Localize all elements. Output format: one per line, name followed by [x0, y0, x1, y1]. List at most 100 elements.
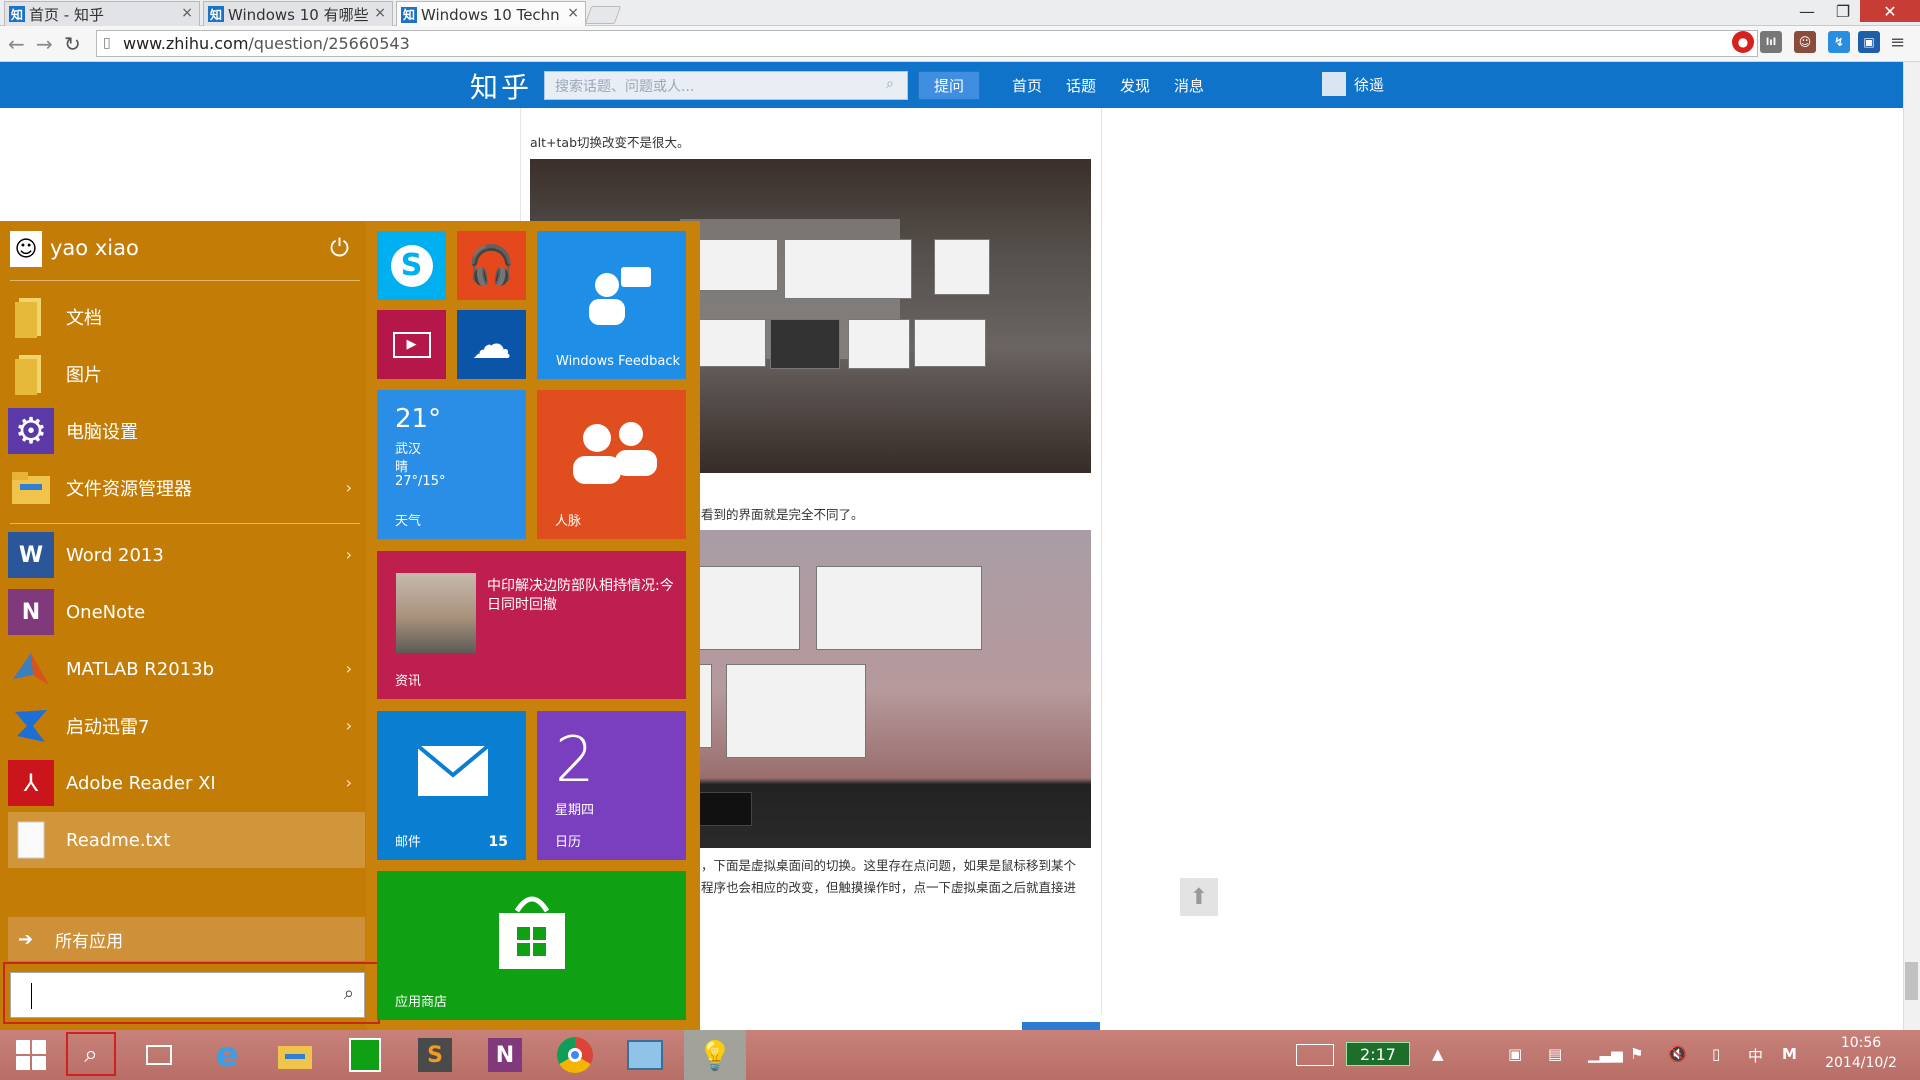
blue-extension-icon[interactable]: ↯ — [1828, 31, 1850, 53]
taskbar-idea-app[interactable]: 💡 — [684, 1030, 746, 1080]
battery-icon[interactable]: ▯ — [1712, 1045, 1720, 1063]
window-extension-icon[interactable]: ▣ — [1858, 31, 1880, 53]
maximize-button[interactable]: ❐ — [1826, 0, 1860, 22]
all-apps-label: 所有应用 — [55, 931, 124, 952]
nav-topics[interactable]: 话题 — [1066, 75, 1096, 96]
start-button[interactable] — [0, 1030, 62, 1080]
blue-button-edge[interactable] — [1022, 1022, 1100, 1030]
start-item-label: Readme.txt — [66, 829, 171, 851]
start-search-input[interactable]: ⌕ — [10, 972, 365, 1018]
taskbar-chrome[interactable] — [544, 1030, 606, 1080]
address-bar-input[interactable]: ▯ www.zhihu.com /question/25660543 ☆ — [96, 30, 1758, 57]
tile-windows-feedback[interactable]: Windows Feedback — [537, 231, 686, 379]
tile-skype[interactable]: S — [377, 231, 446, 300]
tile-weather[interactable]: 21° 武汉 晴 27°/15° 天气 — [377, 390, 526, 539]
start-item-file-explorer[interactable]: 文件资源管理器 › — [8, 460, 366, 516]
start-item-onenote[interactable]: N OneNote — [8, 584, 366, 640]
tray-monitor-icon[interactable]: ▤ — [1548, 1045, 1562, 1063]
chevron-right-icon[interactable]: › — [346, 545, 352, 564]
tile-label: 邮件 — [395, 835, 422, 850]
user-name[interactable]: yao xiao — [50, 236, 139, 260]
back-to-top-button[interactable]: ⬆ — [1180, 878, 1218, 916]
new-tab-button[interactable] — [584, 6, 622, 24]
tile-video[interactable]: ▶ — [377, 310, 446, 379]
start-item-pictures[interactable]: 图片 — [8, 346, 366, 402]
chevron-right-icon[interactable]: › — [346, 659, 352, 678]
nav-discover[interactable]: 发现 — [1120, 75, 1150, 96]
start-item-label: 启动迅雷7 — [66, 717, 150, 738]
taskbar-clock[interactable]: 10:56 2014/10/2 — [1806, 1033, 1916, 1073]
start-item-matlab[interactable]: MATLAB R2013b › — [8, 641, 366, 697]
start-item-word[interactable]: W Word 2013 › — [8, 527, 366, 583]
tile-onedrive[interactable]: ☁ — [457, 310, 526, 379]
scrollbar-thumb[interactable] — [1905, 962, 1918, 1000]
search-icon[interactable]: ⌕ — [886, 76, 894, 92]
show-hidden-icons[interactable]: ▲ — [1432, 1045, 1444, 1063]
chevron-right-icon[interactable]: › — [346, 478, 352, 497]
browser-tab-2[interactable]: 知 Windows 10 有哪些 × — [203, 1, 393, 26]
browser-toolbar: ← → ↻ ▯ www.zhihu.com /question/25660543… — [0, 26, 1920, 62]
chevron-right-icon[interactable]: › — [346, 773, 352, 792]
stats-extension-icon[interactable]: lıl — [1760, 31, 1782, 53]
start-item-readme[interactable]: Readme.txt — [8, 812, 365, 868]
start-item-thunder[interactable]: 启动迅雷7 › — [8, 698, 366, 754]
weather-temp: 21° — [395, 404, 442, 434]
taskbar-search-button[interactable]: ⌕ — [66, 1032, 116, 1076]
calendar-day: 2 — [555, 723, 595, 796]
page-scrollbar[interactable] — [1903, 62, 1920, 1030]
avatar[interactable] — [1322, 72, 1346, 96]
forward-icon[interactable]: → — [36, 32, 53, 56]
article-text-1: alt+tab切换改变不是很大。 — [530, 135, 690, 150]
nav-messages[interactable]: 消息 — [1174, 75, 1204, 96]
start-item-documents[interactable]: 文档 — [8, 289, 366, 345]
taskbar-onenote[interactable]: N — [474, 1030, 536, 1080]
browser-tab-3-active[interactable]: 知 Windows 10 Techn × — [396, 1, 586, 27]
adblock-extension-icon[interactable]: ● — [1732, 31, 1754, 53]
close-tab-icon[interactable]: × — [374, 5, 386, 21]
battery-timer-widget[interactable]: 2:17 — [1346, 1042, 1410, 1066]
ask-question-button[interactable]: 提问 — [918, 71, 980, 100]
tile-calendar[interactable]: 2 星期四 日历 — [537, 711, 686, 860]
ime-indicator[interactable]: 中 — [1748, 1045, 1763, 1066]
tray-app-icon[interactable]: ▣ — [1508, 1045, 1522, 1063]
reload-icon[interactable]: ↻ — [64, 32, 81, 56]
volume-muted-icon[interactable]: 🔇 — [1668, 1045, 1687, 1063]
video-icon: ▶ — [392, 331, 431, 358]
all-apps-button[interactable]: ➔ 所有应用 — [8, 917, 365, 961]
start-item-pc-settings[interactable]: ⚙ 电脑设置 — [8, 403, 366, 459]
keyboard-icon[interactable] — [1296, 1044, 1334, 1066]
zhihu-logo[interactable]: 知乎 — [470, 66, 532, 106]
tile-people[interactable]: 人脉 — [537, 390, 686, 539]
user-avatar-icon[interactable]: ☺ — [10, 231, 42, 267]
wifi-signal-icon[interactable]: ▁▃▅ — [1588, 1045, 1623, 1063]
browser-tab-1[interactable]: 知 首页 - 知乎 × — [4, 1, 200, 26]
ime-mode-indicator[interactable]: M — [1782, 1045, 1797, 1063]
power-icon[interactable]: ⏻ — [330, 234, 349, 262]
taskbar-remote-desktop[interactable] — [614, 1030, 676, 1080]
minimize-button[interactable]: — — [1790, 0, 1824, 22]
divider — [10, 280, 360, 281]
search-icon[interactable]: ⌕ — [344, 983, 354, 1004]
task-view-button[interactable] — [128, 1030, 190, 1080]
close-tab-icon[interactable]: × — [181, 5, 193, 21]
menu-icon[interactable]: ≡ — [1890, 32, 1905, 53]
start-item-adobe-reader[interactable]: ⅄ Adobe Reader XI › — [8, 755, 366, 811]
taskbar-sublime[interactable]: S — [404, 1030, 466, 1080]
nav-home[interactable]: 首页 — [1012, 75, 1042, 96]
close-tab-icon[interactable]: × — [567, 5, 579, 21]
tile-store[interactable]: 应用商店 — [377, 871, 686, 1020]
close-window-button[interactable]: ✕ — [1860, 0, 1920, 22]
taskbar-store[interactable] — [334, 1030, 396, 1080]
tile-mail[interactable]: 邮件 15 — [377, 711, 526, 860]
action-flag-icon[interactable]: ⚑ — [1630, 1045, 1643, 1063]
arrow-up-icon: ⬆ — [1189, 884, 1209, 910]
avatar-extension-icon[interactable]: ☺ — [1794, 31, 1816, 53]
chevron-right-icon[interactable]: › — [346, 716, 352, 735]
zhihu-search-input[interactable]: 搜索话题、问题或人... — [544, 71, 908, 100]
taskbar-ie[interactable]: e — [196, 1030, 258, 1080]
tile-music[interactable]: 🎧 — [457, 231, 526, 300]
taskbar-file-explorer[interactable] — [264, 1030, 326, 1080]
tile-news[interactable]: 中印解决边防部队相持情况:今日同时回撤 资讯 — [377, 551, 686, 699]
back-icon[interactable]: ← — [8, 32, 25, 56]
username[interactable]: 徐遥 — [1354, 74, 1384, 95]
